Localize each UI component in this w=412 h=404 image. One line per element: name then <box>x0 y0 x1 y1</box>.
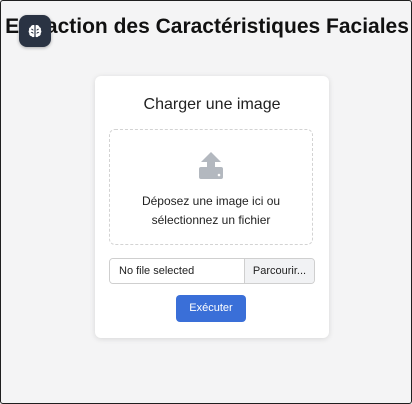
execute-button[interactable]: Exécuter <box>176 295 246 322</box>
dropzone-instructions: Déposez une image ici ou sélectionnez un… <box>110 192 312 230</box>
brain-icon <box>28 25 42 38</box>
file-status: No file selected <box>110 259 244 283</box>
page-title: Extraction des Caractéristiques Faciales <box>5 15 409 38</box>
image-dropzone[interactable]: Déposez une image ici ou sélectionnez un… <box>109 129 313 245</box>
upload-card-title: Charger une image <box>143 96 281 113</box>
upload-card: Charger une image Déposez une image ici … <box>95 76 329 338</box>
dropzone-line-1: Déposez une image ici ou <box>141 194 281 208</box>
browse-button[interactable]: Parcourir... <box>244 259 314 283</box>
app-badge[interactable] <box>19 15 51 47</box>
app-window: Extraction des Caractéristiques Faciales… <box>0 0 412 404</box>
file-input[interactable]: No file selected Parcourir... <box>109 258 315 284</box>
upload-icon <box>199 152 223 179</box>
dropzone-line-2: sélectionnez un fichier <box>151 213 271 227</box>
